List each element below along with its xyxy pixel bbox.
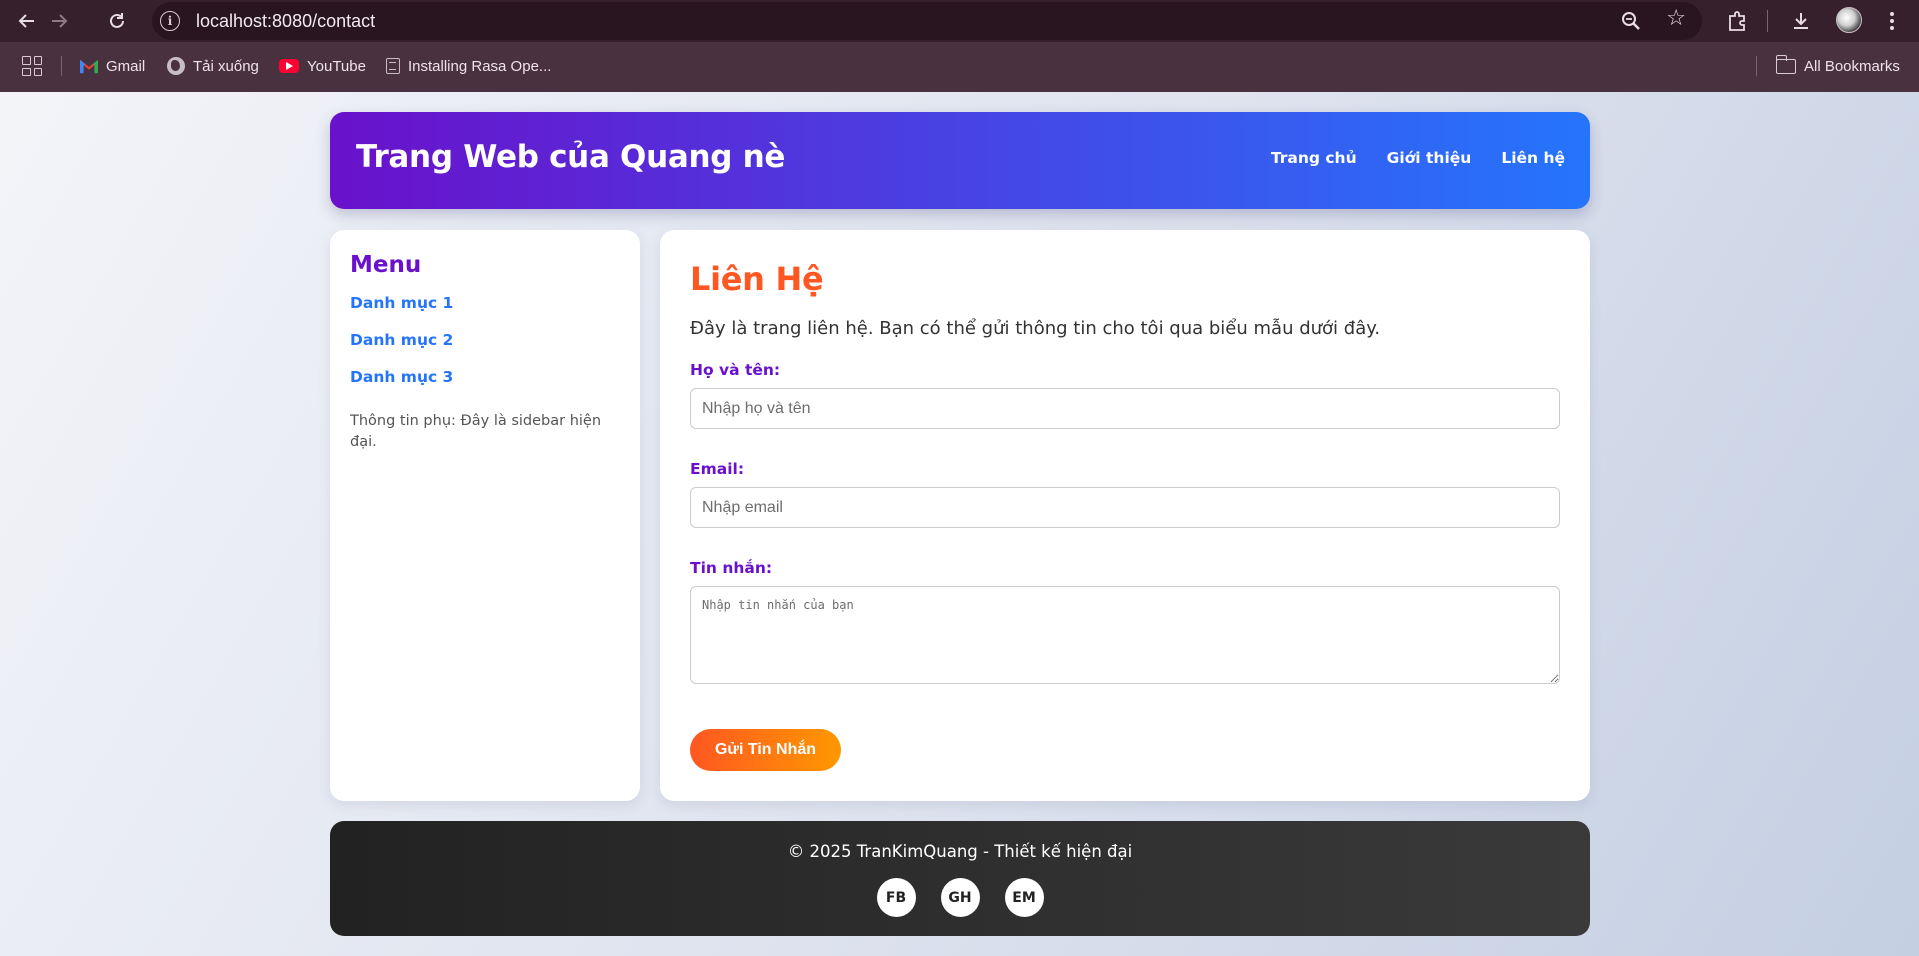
download-icon[interactable] bbox=[1786, 6, 1816, 36]
name-label: Họ và tên: bbox=[690, 361, 781, 379]
document-icon bbox=[386, 58, 400, 74]
bookmark-label: Tải xuống bbox=[193, 57, 259, 75]
address-bar[interactable]: i localhost:8080/contact ☆ bbox=[152, 2, 1702, 40]
social-links: FB GH EM bbox=[330, 878, 1590, 917]
sidebar: Menu Danh mục 1 Danh mục 2 Danh mục 3 Th… bbox=[330, 230, 640, 801]
bookmark-installing-rasa[interactable]: Installing Rasa Ope... bbox=[386, 55, 551, 77]
nav-link-home[interactable]: Trang chủ bbox=[1271, 149, 1357, 167]
page-title: Liên Hệ bbox=[690, 260, 824, 298]
nav-link-about[interactable]: Giới thiệu bbox=[1387, 149, 1472, 167]
apps-grid-icon[interactable] bbox=[22, 56, 42, 76]
copyright-text: © 2025 TranKimQuang - Thiết kế hiện đại bbox=[787, 842, 1133, 861]
message-label: Tin nhắn: bbox=[690, 559, 773, 577]
name-field[interactable] bbox=[690, 388, 1560, 429]
extensions-icon[interactable] bbox=[1722, 6, 1752, 36]
send-message-button[interactable]: Gửi Tin Nhắn bbox=[690, 729, 841, 771]
contact-panel: Liên Hệ Đây là trang liên hệ. Bạn có thể… bbox=[660, 230, 1590, 801]
all-bookmarks[interactable]: All Bookmarks bbox=[1775, 54, 1900, 77]
reload-icon bbox=[110, 13, 124, 28]
bookmark-youtube[interactable]: YouTube bbox=[279, 55, 366, 77]
gmail-icon bbox=[80, 59, 98, 74]
intro-text: Đây là trang liên hệ. Bạn có thể gửi thô… bbox=[690, 318, 1381, 339]
email-link[interactable]: EM bbox=[1004, 878, 1044, 917]
zoom-icon[interactable] bbox=[1618, 8, 1644, 34]
bookmark-tai-xuong[interactable]: Tải xuống bbox=[167, 55, 259, 77]
main-nav: Trang chủ Giới thiệu Liên hệ bbox=[1271, 149, 1565, 167]
profile-avatar[interactable] bbox=[1836, 7, 1862, 33]
bookmark-label: YouTube bbox=[307, 57, 366, 75]
bookmarks-divider bbox=[61, 56, 62, 76]
bookmark-label: Gmail bbox=[106, 57, 146, 75]
sidebar-item-2[interactable]: Danh mục 2 bbox=[350, 331, 620, 349]
back-button[interactable] bbox=[12, 6, 42, 36]
site-title: Trang Web của Quang nè bbox=[356, 139, 786, 175]
toolbar-divider bbox=[1767, 10, 1768, 32]
site-footer: © 2025 TranKimQuang - Thiết kế hiện đại … bbox=[330, 821, 1590, 936]
sidebar-item-3[interactable]: Danh mục 3 bbox=[350, 368, 620, 386]
arrow-left-icon bbox=[18, 14, 34, 28]
bookmark-star-icon[interactable]: ☆ bbox=[1666, 6, 1686, 31]
sidebar-title: Menu bbox=[350, 252, 422, 278]
sidebar-note: Thông tin phụ: Đây là sidebar hiện đại. bbox=[350, 413, 602, 450]
bookmark-gmail[interactable]: Gmail bbox=[80, 55, 145, 77]
browser-toolbar: i localhost:8080/contact ☆ bbox=[0, 0, 1919, 42]
email-field[interactable] bbox=[690, 487, 1560, 528]
github-link[interactable]: GH bbox=[940, 878, 980, 917]
all-bookmarks-label: All Bookmarks bbox=[1804, 57, 1900, 75]
forward-button[interactable] bbox=[44, 6, 74, 36]
globe-icon bbox=[167, 57, 185, 75]
site-header: Trang Web của Quang nè Trang chủ Giới th… bbox=[330, 112, 1590, 209]
nav-link-contact[interactable]: Liên hệ bbox=[1501, 149, 1565, 167]
reload-button[interactable] bbox=[102, 6, 132, 36]
facebook-link[interactable]: FB bbox=[876, 878, 916, 917]
youtube-icon bbox=[279, 59, 299, 73]
folder-icon bbox=[1775, 54, 1796, 74]
bookmark-label: Installing Rasa Ope... bbox=[408, 57, 552, 75]
url-text[interactable]: localhost:8080/contact bbox=[196, 11, 375, 32]
message-field[interactable] bbox=[690, 586, 1560, 684]
email-label: Email: bbox=[690, 460, 745, 478]
arrow-right-icon bbox=[52, 14, 68, 28]
sidebar-item-1[interactable]: Danh mục 1 bbox=[350, 294, 620, 312]
more-menu-icon[interactable] bbox=[1877, 6, 1907, 36]
bookmarks-divider-right bbox=[1756, 56, 1757, 76]
site-info-icon[interactable]: i bbox=[160, 11, 180, 31]
